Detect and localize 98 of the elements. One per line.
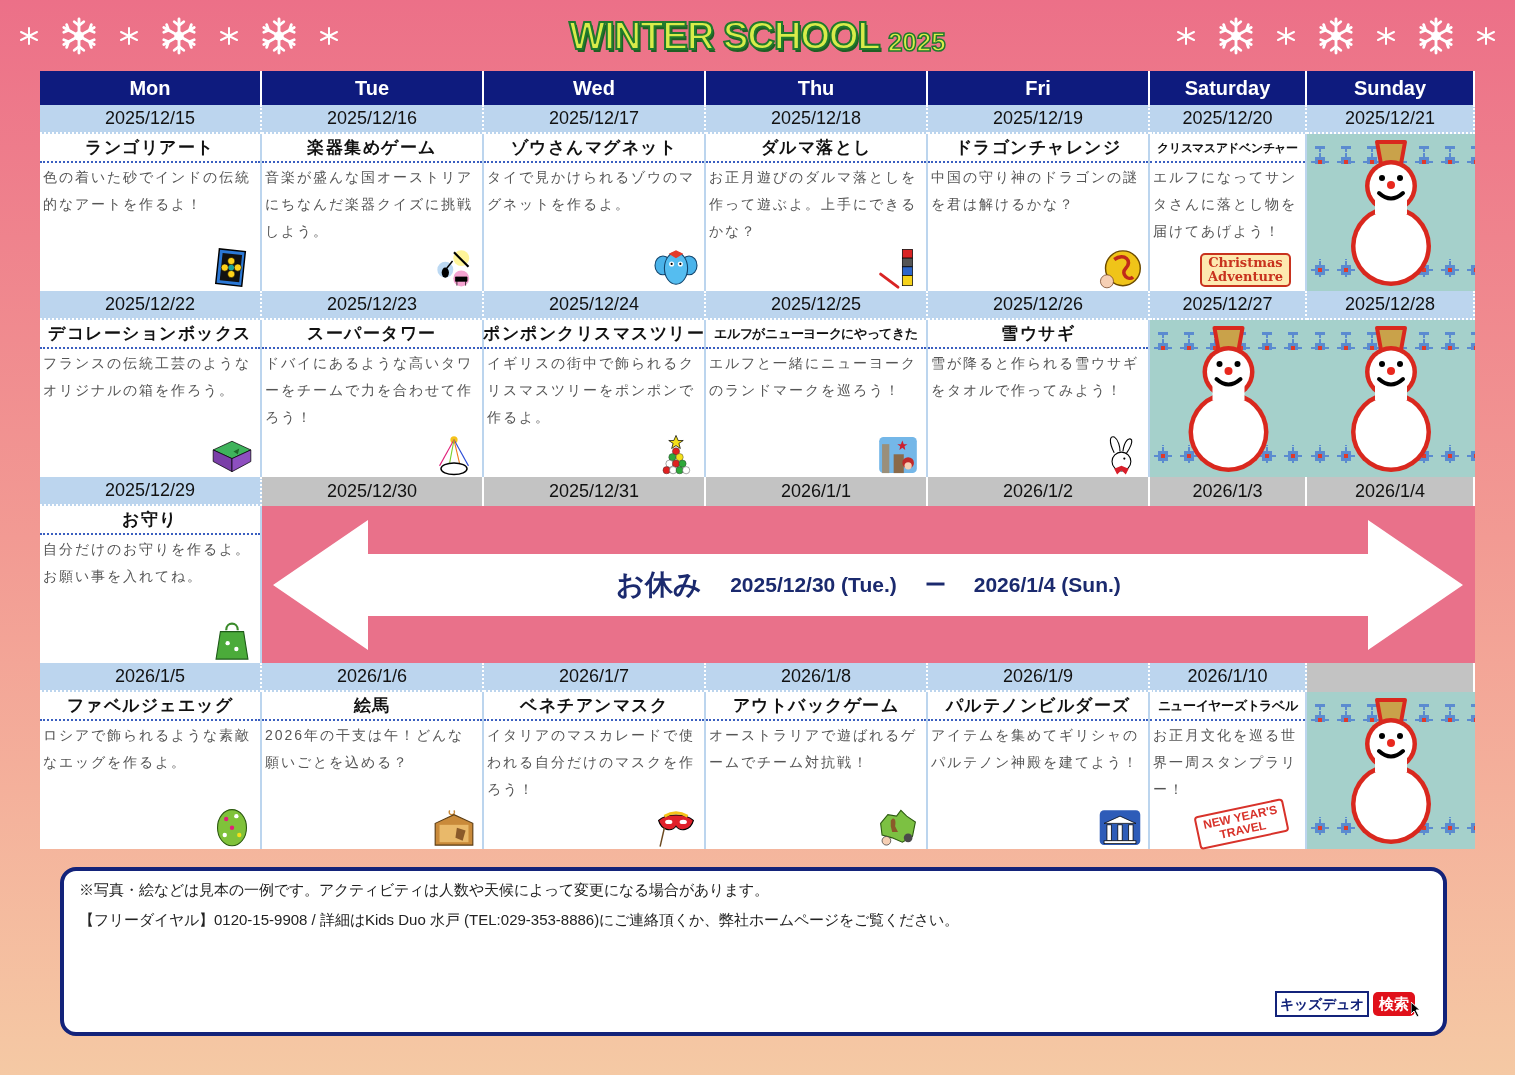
date-label: 2026/1/1 (706, 477, 928, 506)
date-label: 2026/1/9 (928, 663, 1150, 692)
sparkle-icon (20, 26, 38, 45)
notice-text: 【フリーダイヤル】0120-15-9908 / 詳細はKids Duo 水戸 (TEL:029-353-8886)にご連絡頂くか、弊社ホームページをご覧ください。 (79, 910, 961, 930)
activity-title: クリスマスアドベンチャー (1150, 134, 1305, 163)
sparkle-icon (1477, 26, 1495, 45)
sparkle-icon (220, 26, 238, 45)
date-label: 2025/12/30 (262, 477, 484, 506)
date-label: 2025/12/27 (1150, 291, 1307, 320)
activity-title: ポンポンクリスマスツリー (484, 320, 704, 349)
date-label: 2025/12/23 (262, 291, 484, 320)
date-label: 2025/12/17 (484, 105, 706, 134)
activity-title: 絵馬 (262, 692, 482, 721)
date-label: 2026/1/2 (928, 477, 1150, 506)
snowflake-icon (1317, 16, 1355, 55)
snowflake-icon (260, 16, 298, 55)
activity-description: 雪が降ると作られる雪ウサギをタオルで作ってみよう！ (930, 354, 1140, 400)
date-label: 2025/12/29 (40, 477, 262, 506)
search-button[interactable]: 検索 (1373, 992, 1415, 1016)
activity-description: エルフと一緒にニューヨークのランドマークを巡ろう！ (708, 354, 918, 400)
activity-description: 色の着いた砂でインドの伝統的なアートを作るよ！ (42, 168, 252, 214)
activity-description: 中国の守り神のドラゴンの謎を君は解けるかな？ (930, 168, 1140, 214)
activity-description: お正月遊びのダルマ落としを作って遊ぶよ。上手にできるかな？ (708, 168, 918, 241)
weekday-header: Fri (928, 71, 1150, 105)
weekday-header: Saturday (1150, 71, 1307, 105)
activity-description: お正月文化を巡る世界一周スタンプラリー！ (1152, 726, 1298, 799)
snowflake-icon (1417, 16, 1455, 55)
activity-title: ニューイヤーズトラベル (1150, 692, 1305, 721)
weekday-header: Sunday (1307, 71, 1475, 105)
date-label: 2025/12/20 (1150, 105, 1307, 134)
search-field[interactable]: キッズデュオ (1275, 991, 1369, 1017)
date-label: 2026/1/4 (1307, 477, 1475, 506)
date-label: 2026/1/3 (1150, 477, 1307, 506)
snowflake-icon (60, 16, 98, 55)
travel-stamp: NEW YEAR'S TRAVEL (1193, 797, 1290, 851)
activity-title: スーパータワー (262, 320, 482, 349)
date-range-end: 2026/1/4 (Sun.) (973, 571, 1121, 598)
activity-title: ゾウさんマグネット (484, 134, 704, 163)
weekday-header: Mon (40, 71, 262, 105)
sparkle-icon (1177, 26, 1195, 45)
activity-title: お守り (40, 506, 260, 535)
activity-description: タイで見かけられるゾウのマグネットを作るよ。 (486, 168, 696, 214)
activity-description: エルフになってサンタさんに落とし物を届けてあげよう！ (1152, 168, 1298, 241)
date-label: 2025/12/22 (40, 291, 262, 320)
activity-title: エルフがニューヨークにやってきた (706, 320, 926, 349)
weekday-header: Thu (706, 71, 928, 105)
christmas-adventure-sign: Christmas Adventure (1199, 253, 1291, 287)
date-label: 2026/1/7 (484, 663, 706, 692)
activity-description: ロシアで飾られるような素敵なエッグを作るよ。 (42, 726, 252, 772)
activity-description: オーストラリアで遊ばれるゲームでチーム対抗戦！ (708, 726, 918, 772)
date-label: 2026/1/10 (1150, 663, 1307, 692)
activity-description: 自分だけのお守りを作るよ。お願い事を入れてね。 (42, 540, 252, 586)
activity-description: ドバイにあるような高いタワーをチームで力を合わせて作ろう！ (264, 354, 474, 427)
activity-title: 楽器集めゲーム (262, 134, 482, 163)
cursor-icon (1411, 1002, 1421, 1018)
activity-description: アイテムを集めてギリシャのパルテノン神殿を建てよう！ (930, 726, 1140, 772)
date-label: 2026/1/5 (40, 663, 262, 692)
activity-description: 2026年の干支は午！どんな願いごとを込める？ (264, 726, 466, 772)
date-label: 2025/12/24 (484, 291, 706, 320)
activity-title: パルテノンビルダーズ (928, 692, 1148, 721)
activity-title: ランゴリアート (40, 134, 260, 163)
date-label: 2025/12/21 (1307, 105, 1475, 134)
date-label: 2025/12/31 (484, 477, 706, 506)
weekday-header: Wed (484, 71, 706, 105)
activity-title: ダルマ落とし (706, 134, 926, 163)
activity-description: フランスの伝統工芸のようなオリジナルの箱を作ろう。 (42, 354, 252, 400)
date-label: 2025/12/18 (706, 105, 928, 134)
sparkle-icon (120, 26, 138, 45)
date-range-start: 2025/12/30 (Tue.) (730, 571, 897, 598)
date-label: 2025/12/15 (40, 105, 262, 134)
activity-title: アウトバックゲーム (706, 692, 926, 721)
sparkle-icon (1377, 26, 1395, 45)
date-label: 2025/12/26 (928, 291, 1150, 320)
activity-description: 音楽が盛んな国オーストリアにちなんだ楽器クイズに挑戦しよう。 (264, 168, 474, 241)
sparkle-icon (1277, 26, 1295, 45)
date-label: 2026/1/6 (262, 663, 484, 692)
snowflake-icon (1217, 16, 1255, 55)
activity-title: ファベルジェエッグ (40, 692, 260, 721)
date-label: 2025/12/16 (262, 105, 484, 134)
snowflake-icon (160, 16, 198, 55)
activity-title: デコレーションボックス (40, 320, 260, 349)
logo-title: WINTER SCHOOL (569, 16, 880, 55)
sparkle-icon (320, 26, 338, 45)
activity-description: イタリアのマスカレードで使われる自分だけのマスクを作ろう！ (486, 726, 696, 799)
range-dash: ー (924, 571, 946, 598)
date-label: 2025/12/19 (928, 105, 1150, 134)
activity-description: イギリスの街中で飾られるクリスマスツリーをポンポンで作るよ。 (486, 354, 696, 427)
holiday-label: お休み (616, 567, 703, 602)
activity-title: ドラゴンチャレンジ (928, 134, 1148, 163)
date-label: 2026/1/8 (706, 663, 928, 692)
dragon-medallion-drawing (1098, 248, 1142, 290)
weekday-header: Tue (262, 71, 484, 105)
notice-text: ※写真・絵などは見本の一例です。アクティビティは人数や天候によって変更になる場合があります。 (79, 880, 770, 900)
date-label: 2025/12/25 (706, 291, 928, 320)
activity-title: ベネチアンマスク (484, 692, 704, 721)
activity-title: 雪ウサギ (928, 320, 1148, 349)
date-label: 2025/12/28 (1307, 291, 1475, 320)
logo-year: 2025 (887, 28, 946, 55)
